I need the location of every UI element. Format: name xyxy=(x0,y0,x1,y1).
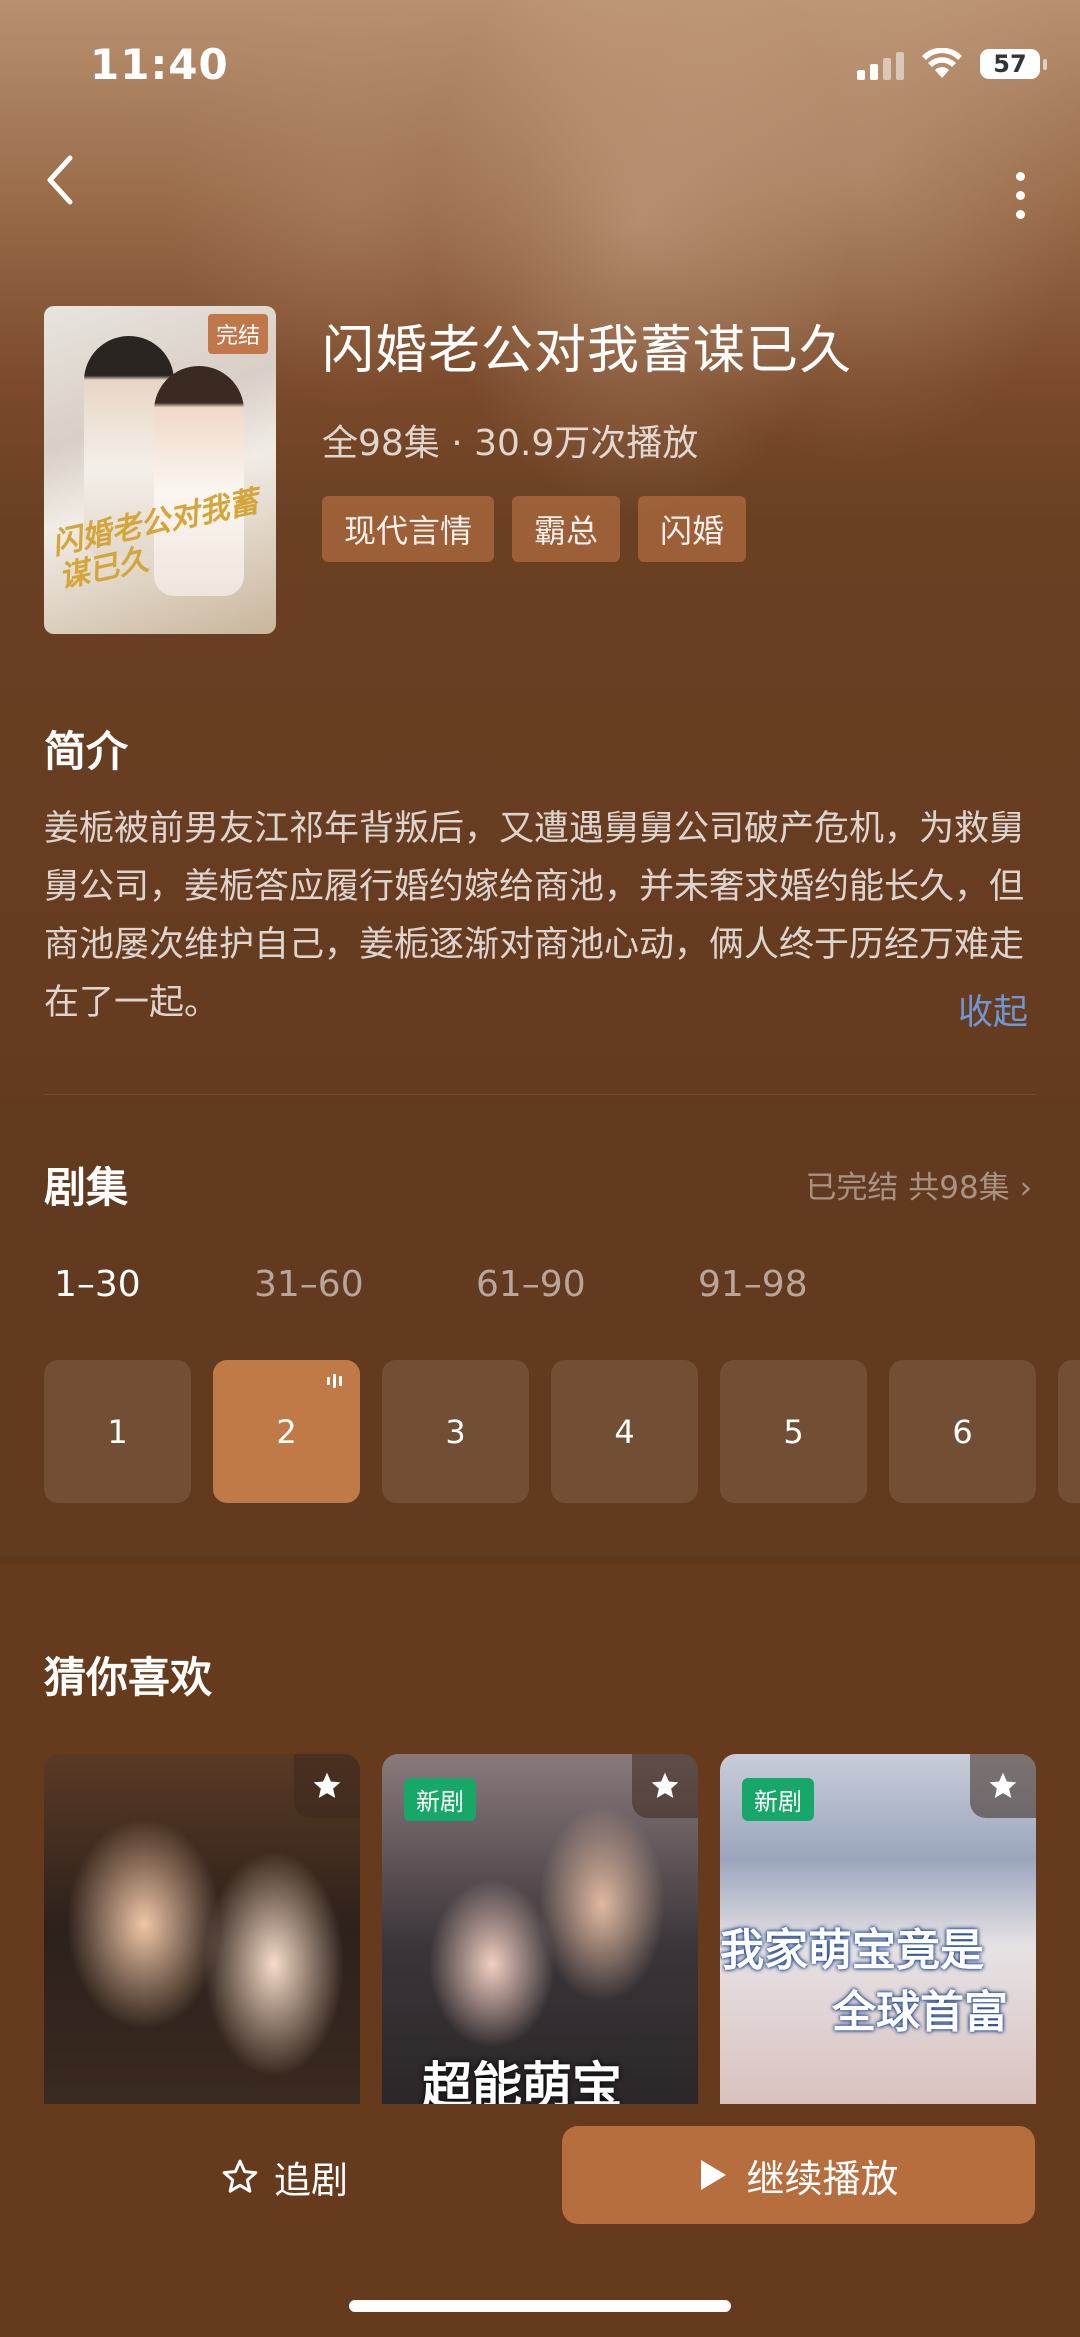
recommend-list: 新剧 超能萌宝 新剧 我家萌宝竟是 全球首富 xyxy=(44,1754,1036,2104)
drama-meta: 全98集 · 30.9万次播放 xyxy=(322,423,699,464)
play-label: 继续播放 xyxy=(746,2156,899,2201)
episodes-heading: 剧集 xyxy=(44,1163,129,1212)
card-title-art-line1: 我家萌宝竟是 xyxy=(720,1925,984,1976)
episode-button[interactable]: 1 xyxy=(44,1360,191,1503)
collapse-link[interactable]: 收起 xyxy=(958,984,1028,1035)
episode-range-tabs: 1–30 31–60 61–90 91–98 xyxy=(54,1264,808,1305)
intro-heading: 简介 xyxy=(44,727,129,776)
tag-item[interactable]: 霸总 xyxy=(512,496,621,562)
episode-button[interactable]: 4 xyxy=(551,1360,698,1503)
back-button[interactable] xyxy=(40,150,100,230)
episode-button[interactable]: 6 xyxy=(889,1360,1036,1503)
episode-button-partial[interactable] xyxy=(1058,1360,1080,1503)
star-icon xyxy=(651,1772,679,1798)
status-bar: 11:40 57 xyxy=(0,0,1080,130)
tag-item[interactable]: 闪婚 xyxy=(638,496,747,562)
home-indicator[interactable] xyxy=(349,2300,731,2312)
playing-icon xyxy=(327,1374,342,1388)
favorite-button[interactable] xyxy=(970,1754,1036,1818)
section-separator xyxy=(0,1556,1080,1564)
status-badge: 完结 xyxy=(207,314,268,354)
intro-text: 姜栀被前男友江祁年背叛后，又遭遇舅舅公司破产危机，为救舅舅公司，姜栀答应履行婚约… xyxy=(44,809,1025,1023)
tag-list: 现代言情 霸总 闪婚 xyxy=(322,496,747,562)
continue-play-button[interactable]: 继续播放 xyxy=(562,2126,1035,2224)
battery-icon: 57 xyxy=(980,49,1047,79)
tag-item[interactable]: 现代言情 xyxy=(322,496,495,562)
favorite-button[interactable] xyxy=(632,1754,698,1818)
wifi-icon xyxy=(922,48,962,78)
star-outline-icon xyxy=(222,2159,258,2193)
star-icon xyxy=(313,1772,341,1798)
recommend-heading: 猜你喜欢 xyxy=(44,1653,213,1702)
play-icon xyxy=(701,2160,727,2190)
star-icon xyxy=(989,1772,1017,1798)
episode-list: 1 2 3 4 5 6 xyxy=(44,1360,1036,1503)
chevron-left-icon xyxy=(47,155,73,205)
range-tab[interactable]: 61–90 xyxy=(476,1264,698,1305)
new-badge: 新剧 xyxy=(742,1778,814,1821)
card-title-art: 超能萌宝 xyxy=(422,2057,622,2104)
episode-button[interactable]: 5 xyxy=(720,1360,867,1503)
more-dot-icon xyxy=(1015,209,1025,219)
episode-button-current[interactable]: 2 xyxy=(213,1360,360,1503)
status-time: 11:40 xyxy=(90,40,229,89)
top-bar xyxy=(0,150,1080,230)
status-icons: 57 xyxy=(857,48,1047,80)
recommend-card[interactable]: 新剧 我家萌宝竟是 全球首富 xyxy=(720,1754,1036,2104)
follow-button[interactable]: 追剧 xyxy=(220,2150,348,2204)
episodes-summary-link[interactable]: 已完结 共98集 › xyxy=(805,1162,1032,1207)
drama-poster[interactable]: 闪婚老公对我蓄谋已久 完结 xyxy=(44,306,276,634)
more-dot-icon xyxy=(1015,190,1025,200)
more-dot-icon xyxy=(1015,171,1025,181)
new-badge: 新剧 xyxy=(404,1778,476,1821)
range-tab[interactable]: 91–98 xyxy=(698,1264,808,1305)
favorite-button[interactable] xyxy=(294,1754,360,1818)
recommend-card[interactable]: 新剧 超能萌宝 xyxy=(382,1754,698,2104)
card-title-art-line2: 全球首富 xyxy=(832,1987,1008,2038)
drama-title: 闪婚老公对我蓄谋已久 xyxy=(322,321,853,381)
more-options-button[interactable] xyxy=(990,160,1050,230)
recommend-card[interactable] xyxy=(44,1754,360,2104)
signal-icon xyxy=(857,48,904,80)
range-tab[interactable]: 31–60 xyxy=(254,1264,476,1305)
follow-label: 追剧 xyxy=(274,2159,348,2202)
episode-button[interactable]: 3 xyxy=(382,1360,529,1503)
divider xyxy=(44,1094,1036,1095)
range-tab[interactable]: 1–30 xyxy=(54,1264,254,1305)
